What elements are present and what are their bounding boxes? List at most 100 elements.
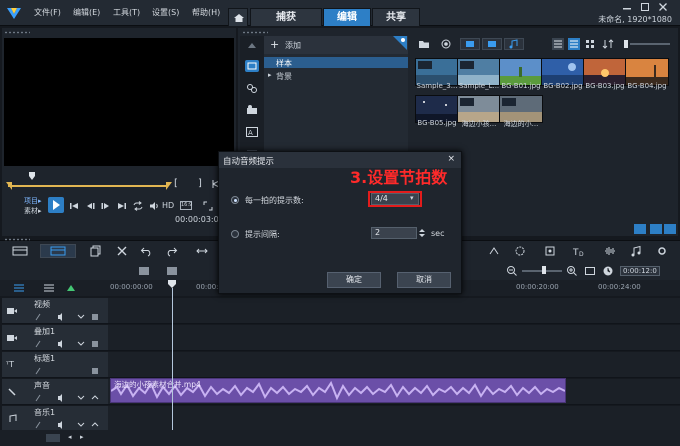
- thumbnail-view-icon[interactable]: [584, 38, 596, 50]
- add-marker-icon[interactable]: [64, 283, 78, 293]
- add-folder-button[interactable]: 添加: [285, 40, 301, 51]
- show-audio-button[interactable]: [504, 38, 524, 50]
- title-track-icon[interactable]: ᵀT: [6, 360, 14, 369]
- scroll-thumb[interactable]: [46, 434, 60, 442]
- scroll-left-icon[interactable]: ◂: [68, 433, 72, 441]
- mark-out-icon[interactable]: ]: [198, 178, 202, 189]
- track-motion-icon[interactable]: [544, 245, 556, 257]
- tree-item-backgrounds[interactable]: 背景: [276, 71, 292, 82]
- interval-radio[interactable]: [231, 230, 239, 238]
- mode-clip[interactable]: 素材▸: [24, 206, 42, 216]
- library-corner-icon[interactable]: [393, 36, 407, 50]
- hd-toggle[interactable]: HD: [162, 201, 174, 210]
- interval-spinner-icon[interactable]: [418, 227, 426, 239]
- fit-timeline-icon[interactable]: [584, 265, 596, 277]
- zoom-out-icon[interactable]: [506, 265, 518, 277]
- transition-icon[interactable]: [245, 82, 259, 94]
- mode-project[interactable]: 项目▸: [24, 196, 42, 206]
- tree-item-samples[interactable]: 样本: [276, 58, 292, 69]
- menu-file[interactable]: 文件(F): [34, 7, 61, 18]
- audio-mixer-icon[interactable]: [604, 245, 616, 257]
- clock-icon[interactable]: [602, 265, 614, 277]
- beats-radio[interactable]: [231, 196, 239, 204]
- tab-capture[interactable]: 捕获: [250, 8, 322, 26]
- record-capture-icon[interactable]: [138, 265, 150, 277]
- details-view-icon[interactable]: [568, 38, 580, 50]
- track-lane-video[interactable]: [108, 298, 680, 324]
- auto-music-icon[interactable]: [630, 245, 642, 257]
- music-track-icon[interactable]: [6, 414, 18, 424]
- folder-icon[interactable]: [418, 38, 430, 50]
- expand-arrow-icon[interactable]: ▸: [268, 71, 272, 79]
- scroll-right-icon[interactable]: ▸: [80, 433, 84, 441]
- prev-frame-icon[interactable]: [84, 200, 96, 212]
- library-options2-icon[interactable]: [650, 224, 662, 234]
- volume-icon[interactable]: [148, 200, 160, 212]
- menu-tools[interactable]: 工具(T): [113, 7, 140, 18]
- record-icon[interactable]: [440, 38, 452, 50]
- trim-start-handle-icon[interactable]: [6, 182, 12, 190]
- zoom-in-icon[interactable]: [566, 265, 578, 277]
- storyboard-view-icon[interactable]: [10, 244, 30, 258]
- collapse-up-icon[interactable]: [246, 40, 258, 50]
- chapter-icon[interactable]: [42, 283, 56, 293]
- playhead-marker-icon[interactable]: [28, 172, 36, 180]
- copy-icon[interactable]: [90, 245, 102, 257]
- next-frame-icon[interactable]: [100, 200, 112, 212]
- undo-icon[interactable]: [140, 245, 152, 257]
- overlay-track-icon[interactable]: [6, 333, 18, 343]
- sort-icon[interactable]: [602, 38, 614, 50]
- video-track-icon[interactable]: [6, 306, 18, 316]
- cancel-button[interactable]: 取消: [397, 272, 451, 288]
- library-options-icon[interactable]: [634, 224, 646, 234]
- voice-track-icon[interactable]: [6, 387, 18, 397]
- timeline-playhead-icon[interactable]: [168, 280, 176, 288]
- timeline-playhead[interactable]: [172, 288, 173, 436]
- fullscreen-icon[interactable]: [202, 200, 214, 212]
- fit-project-icon[interactable]: [196, 245, 208, 257]
- maximize-icon[interactable]: [640, 2, 650, 12]
- show-photo-button[interactable]: [482, 38, 502, 50]
- settings-icon[interactable]: [656, 245, 668, 257]
- filter-icon[interactable]: [245, 104, 259, 116]
- dialog-close-button[interactable]: ×: [447, 154, 455, 164]
- go-end-icon[interactable]: [116, 200, 128, 212]
- ok-button[interactable]: 确定: [327, 272, 381, 288]
- close-icon[interactable]: [658, 2, 668, 12]
- title-icon[interactable]: A: [245, 126, 259, 138]
- aspect-ratio-icon[interactable]: 16:9: [180, 201, 192, 210]
- track-lane-music[interactable]: [108, 406, 680, 432]
- library-options3-icon[interactable]: [664, 224, 676, 234]
- menu-settings[interactable]: 设置(S): [152, 7, 179, 18]
- thumb-size-handle[interactable]: [624, 40, 628, 48]
- timeline-view-button[interactable]: [40, 244, 76, 258]
- title-tool-icon[interactable]: TD: [572, 245, 588, 257]
- redo-icon[interactable]: [166, 245, 178, 257]
- list-view-icon[interactable]: [552, 38, 564, 50]
- gif-icon[interactable]: [166, 265, 178, 277]
- track-lane-overlay[interactable]: [108, 325, 680, 351]
- track-manager-icon[interactable]: [12, 283, 26, 293]
- menu-edit[interactable]: 编辑(E): [73, 7, 100, 18]
- thumb-size-slider[interactable]: [630, 43, 670, 45]
- timeline-scrollbar[interactable]: [0, 430, 680, 446]
- tab-edit[interactable]: 编辑: [323, 8, 371, 26]
- mark-in-icon[interactable]: [: [174, 178, 178, 189]
- trim-end-handle-icon[interactable]: [166, 182, 172, 190]
- mask-icon[interactable]: [514, 245, 526, 257]
- minimize-icon[interactable]: [622, 2, 632, 12]
- show-video-button[interactable]: [460, 38, 480, 50]
- timecode-display[interactable]: 00:00:03:00: [175, 215, 224, 224]
- motion-icon[interactable]: [488, 245, 500, 257]
- project-duration[interactable]: 0:00:12:0: [620, 266, 660, 276]
- zoom-slider-handle[interactable]: [542, 266, 546, 274]
- interval-input[interactable]: 2: [371, 227, 417, 239]
- tab-share[interactable]: 共享: [372, 8, 420, 26]
- track-lane-title[interactable]: [108, 352, 680, 378]
- media-icon[interactable]: [245, 60, 259, 72]
- tools-icon[interactable]: [116, 245, 128, 257]
- plus-icon[interactable]: +: [270, 38, 279, 51]
- repeat-icon[interactable]: [132, 200, 144, 212]
- go-start-icon[interactable]: [68, 200, 80, 212]
- menu-help[interactable]: 帮助(H): [192, 7, 220, 18]
